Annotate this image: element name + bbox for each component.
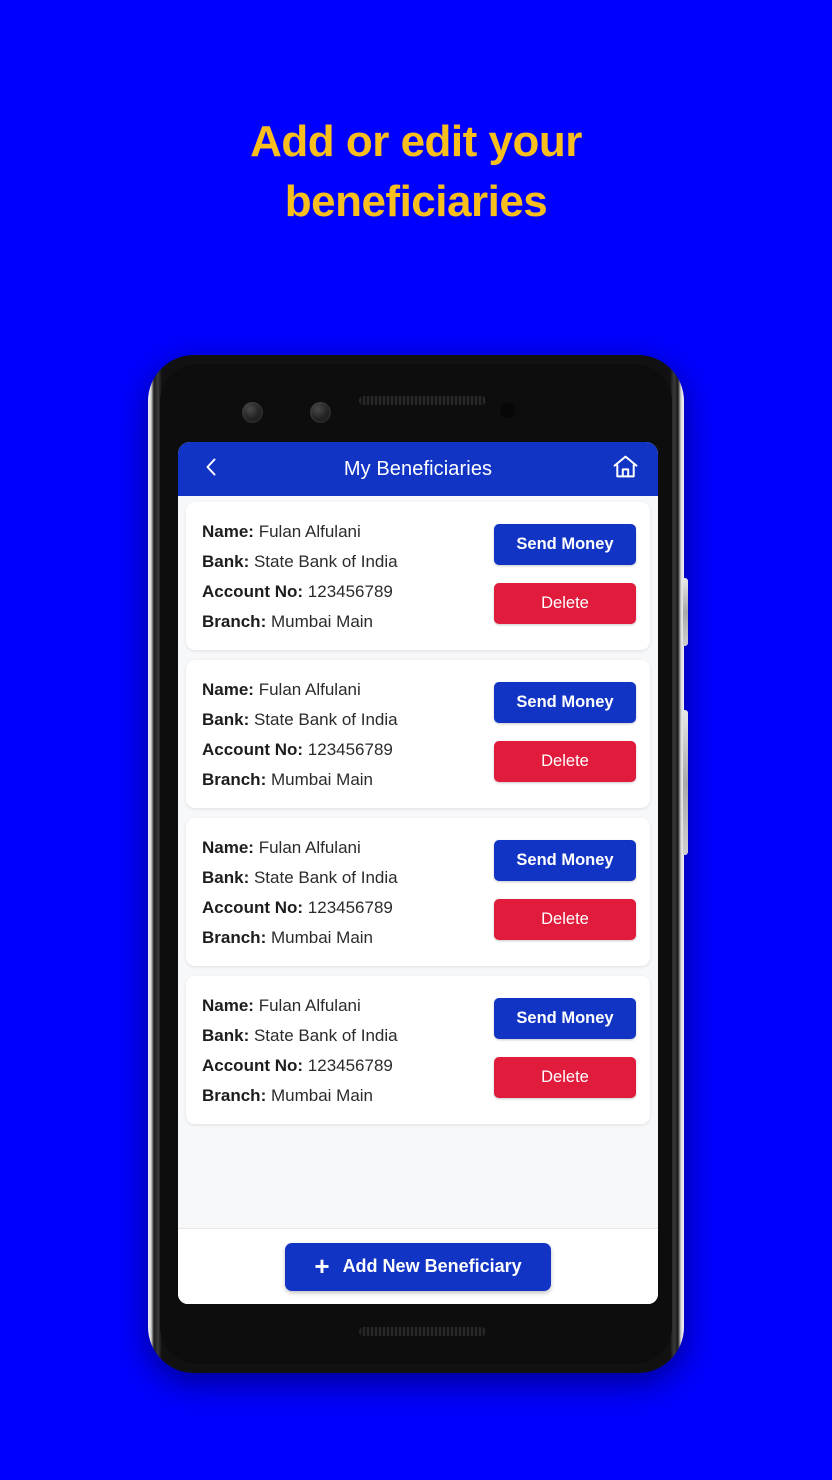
beneficiary-list: Name: Fulan Alfulani Bank: State Bank of… xyxy=(178,496,658,1228)
proximity-sensor-icon xyxy=(500,403,515,418)
beneficiary-account-row: Account No: 123456789 xyxy=(202,893,398,923)
app-screen: My Beneficiaries Name: Fulan Alfulani Ba… xyxy=(178,442,658,1304)
bank-value: State Bank of India xyxy=(253,868,398,887)
beneficiary-name-row: Name: Fulan Alfulani xyxy=(202,833,398,863)
phone-bezel: My Beneficiaries Name: Fulan Alfulani Ba… xyxy=(160,364,672,1364)
branch-value: Mumbai Main xyxy=(270,1086,374,1105)
branch-label: Branch: xyxy=(202,928,267,947)
front-camera-icon xyxy=(242,402,263,423)
beneficiary-actions: Send Money Delete xyxy=(494,673,636,782)
beneficiary-details: Name: Fulan Alfulani Bank: State Bank of… xyxy=(202,831,398,953)
back-button[interactable] xyxy=(194,452,228,486)
beneficiary-card[interactable]: Name: Fulan Alfulani Bank: State Bank of… xyxy=(186,502,650,650)
beneficiary-account-row: Account No: 123456789 xyxy=(202,735,398,765)
name-label: Name: xyxy=(202,996,254,1015)
name-value: Fulan Alfulani xyxy=(258,680,361,699)
name-value: Fulan Alfulani xyxy=(258,996,361,1015)
name-label: Name: xyxy=(202,838,254,857)
bottom-action-bar: + Add New Beneficiary xyxy=(178,1228,658,1304)
bank-value: State Bank of India xyxy=(253,710,398,729)
add-new-beneficiary-label: Add New Beneficiary xyxy=(342,1256,522,1276)
beneficiary-card[interactable]: Name: Fulan Alfulani Bank: State Bank of… xyxy=(186,818,650,966)
app-bar: My Beneficiaries xyxy=(178,442,658,496)
home-button[interactable] xyxy=(608,452,642,486)
beneficiary-account-row: Account No: 123456789 xyxy=(202,577,398,607)
beneficiary-bank-row: Bank: State Bank of India xyxy=(202,705,398,735)
branch-label: Branch: xyxy=(202,1086,267,1105)
beneficiary-actions: Send Money Delete xyxy=(494,831,636,940)
beneficiary-bank-row: Bank: State Bank of India xyxy=(202,547,398,577)
delete-button[interactable]: Delete xyxy=(494,741,636,782)
account-no-value: 123456789 xyxy=(307,582,393,601)
branch-value: Mumbai Main xyxy=(270,612,374,631)
account-no-value: 123456789 xyxy=(307,1056,393,1075)
branch-label: Branch: xyxy=(202,770,267,789)
beneficiary-bank-row: Bank: State Bank of India xyxy=(202,1021,398,1051)
beneficiary-branch-row: Branch: Mumbai Main xyxy=(202,765,398,795)
send-money-button[interactable]: Send Money xyxy=(494,682,636,723)
name-value: Fulan Alfulani xyxy=(258,522,361,541)
account-no-label: Account No: xyxy=(202,1056,304,1075)
promo-headline-line-1: Add or edit your xyxy=(250,117,582,166)
earpiece-speaker-grille xyxy=(359,396,486,405)
beneficiary-branch-row: Branch: Mumbai Main xyxy=(202,923,398,953)
beneficiary-actions: Send Money Delete xyxy=(494,989,636,1098)
name-label: Name: xyxy=(202,680,254,699)
bank-value: State Bank of India xyxy=(253,552,398,571)
beneficiary-name-row: Name: Fulan Alfulani xyxy=(202,675,398,705)
send-money-button[interactable]: Send Money xyxy=(494,524,636,565)
chevron-left-icon xyxy=(201,456,221,483)
plus-icon: + xyxy=(314,1250,330,1281)
phone-power-button[interactable] xyxy=(683,710,688,855)
name-label: Name: xyxy=(202,522,254,541)
beneficiary-name-row: Name: Fulan Alfulani xyxy=(202,517,398,547)
account-no-label: Account No: xyxy=(202,898,304,917)
beneficiary-card[interactable]: Name: Fulan Alfulani Bank: State Bank of… xyxy=(186,976,650,1124)
delete-button[interactable]: Delete xyxy=(494,1057,636,1098)
account-no-value: 123456789 xyxy=(307,898,393,917)
beneficiary-actions: Send Money Delete xyxy=(494,515,636,624)
send-money-button[interactable]: Send Money xyxy=(494,998,636,1039)
delete-button[interactable]: Delete xyxy=(494,583,636,624)
delete-button[interactable]: Delete xyxy=(494,899,636,940)
add-new-beneficiary-button[interactable]: + Add New Beneficiary xyxy=(285,1242,551,1291)
bank-label: Bank: xyxy=(202,552,250,571)
bank-label: Bank: xyxy=(202,868,250,887)
beneficiary-branch-row: Branch: Mumbai Main xyxy=(202,1081,398,1111)
page-title: My Beneficiaries xyxy=(343,457,493,480)
beneficiary-bank-row: Bank: State Bank of India xyxy=(202,863,398,893)
bank-value: State Bank of India xyxy=(253,1026,398,1045)
promo-headline: Add or edit your beneficiaries xyxy=(0,112,832,232)
promo-headline-line-2: beneficiaries xyxy=(284,177,548,226)
account-no-label: Account No: xyxy=(202,740,304,759)
bank-label: Bank: xyxy=(202,710,250,729)
beneficiary-name-row: Name: Fulan Alfulani xyxy=(202,991,398,1021)
account-no-value: 123456789 xyxy=(307,740,393,759)
bank-label: Bank: xyxy=(202,1026,250,1045)
bottom-speaker-grille xyxy=(359,1327,486,1336)
beneficiary-details: Name: Fulan Alfulani Bank: State Bank of… xyxy=(202,989,398,1111)
branch-label: Branch: xyxy=(202,612,267,631)
send-money-button[interactable]: Send Money xyxy=(494,840,636,881)
phone-mockup: My Beneficiaries Name: Fulan Alfulani Ba… xyxy=(148,355,688,1373)
account-no-label: Account No: xyxy=(202,582,304,601)
beneficiary-branch-row: Branch: Mumbai Main xyxy=(202,607,398,637)
beneficiary-card[interactable]: Name: Fulan Alfulani Bank: State Bank of… xyxy=(186,660,650,808)
branch-value: Mumbai Main xyxy=(270,928,374,947)
beneficiary-account-row: Account No: 123456789 xyxy=(202,1051,398,1081)
name-value: Fulan Alfulani xyxy=(258,838,361,857)
beneficiary-details: Name: Fulan Alfulani Bank: State Bank of… xyxy=(202,515,398,637)
beneficiary-details: Name: Fulan Alfulani Bank: State Bank of… xyxy=(202,673,398,795)
home-icon xyxy=(612,454,639,485)
branch-value: Mumbai Main xyxy=(270,770,374,789)
front-camera-secondary-icon xyxy=(310,402,331,423)
phone-volume-button[interactable] xyxy=(683,578,688,646)
